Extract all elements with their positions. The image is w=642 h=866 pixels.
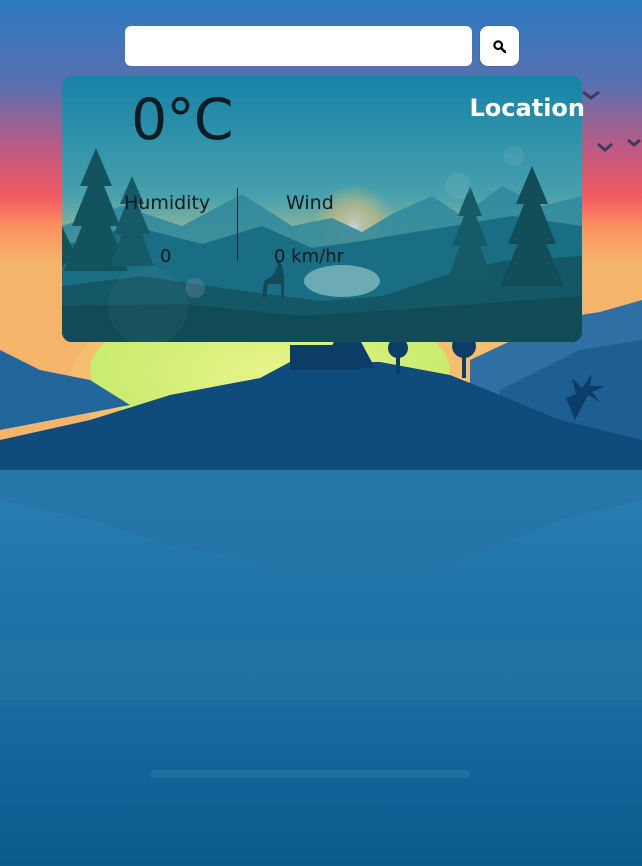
search-bar	[125, 26, 519, 66]
search-icon	[493, 39, 506, 53]
wind-label: Wind	[286, 192, 334, 214]
wind-value: 0 km/hr	[274, 246, 345, 267]
search-input[interactable]	[125, 26, 472, 66]
humidity-label: Humidity	[124, 192, 211, 214]
humidity-value: 0	[160, 246, 172, 267]
stats-divider	[237, 188, 238, 260]
location-name: Location	[469, 94, 585, 122]
search-button[interactable]	[480, 26, 519, 66]
